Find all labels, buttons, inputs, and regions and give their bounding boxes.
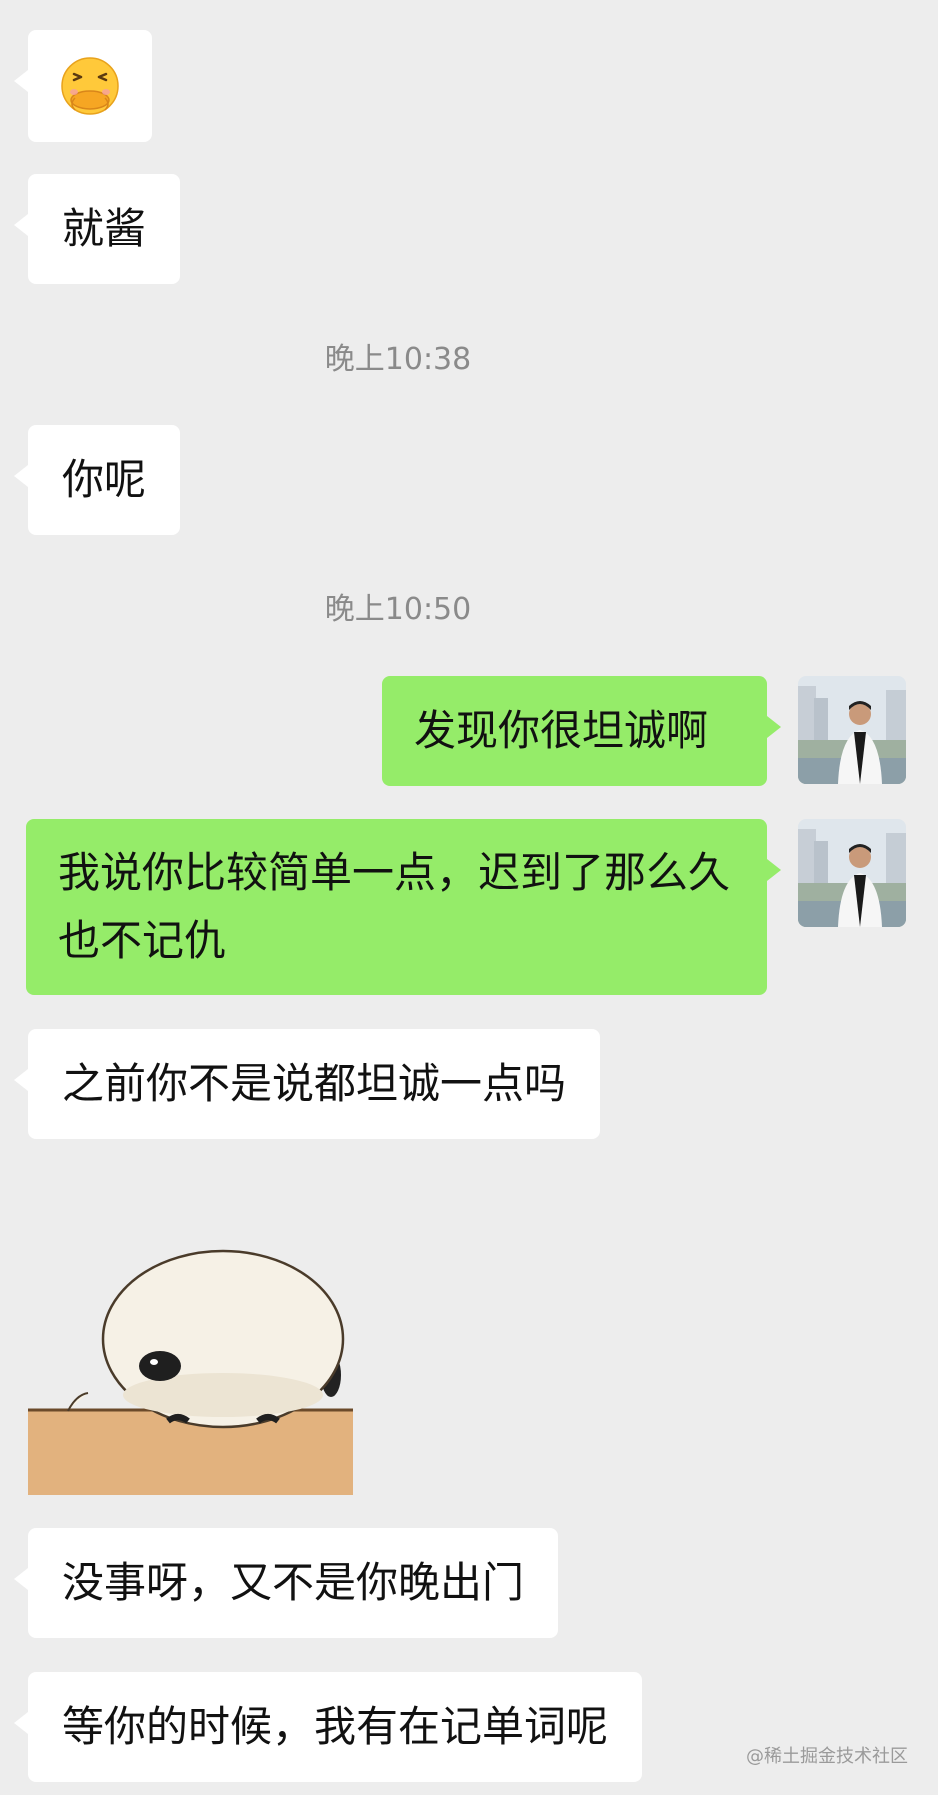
message-text: 发现你很坦诚啊 [414, 706, 709, 755]
message-text: 你呢 [62, 455, 147, 504]
chat-area: 就酱 晚上10:38 你呢 晚上10:50 发现你很坦诚啊 我说你比较简单一点，… [0, 0, 938, 1795]
message-bubble[interactable]: 等你的时候，我有在记单词呢 [13, 1672, 643, 1782]
message-bubble-outgoing[interactable]: 发现你很坦诚啊 [382, 676, 781, 786]
timestamp: 晚上10:50 [324, 592, 472, 627]
message-bubble[interactable]: 你呢 [13, 425, 181, 535]
message-text: 就酱 [62, 204, 147, 253]
message-bubble[interactable]: 就酱 [13, 174, 181, 284]
avatar[interactable] [798, 676, 906, 784]
avatar[interactable] [798, 819, 906, 927]
message-bubble-emoji[interactable] [14, 30, 152, 142]
user-avatar-photo-icon [798, 676, 906, 784]
message-bubble-outgoing[interactable]: 我说你比较简单一点，迟到了那么久也不记仇 [26, 819, 781, 995]
user-avatar-photo-icon [798, 819, 906, 927]
message-text: 等你的时候，我有在记单词呢 [62, 1702, 609, 1751]
message-bubble[interactable]: 没事呀，又不是你晚出门 [13, 1528, 559, 1638]
panda-lying-on-table-sticker-icon [28, 1249, 353, 1495]
watermark: @稀土掘金技术社区 [746, 1746, 908, 1767]
message-text: 我说你比较简单一点，迟到了那么久也不记仇 [58, 848, 731, 965]
confounded-hand-over-mouth-emoji-icon [61, 57, 119, 115]
message-text: 没事呀，又不是你晚出门 [62, 1558, 525, 1607]
message-text: 之前你不是说都坦诚一点吗 [62, 1059, 567, 1108]
message-bubble[interactable]: 之前你不是说都坦诚一点吗 [13, 1029, 601, 1139]
timestamp: 晚上10:38 [324, 342, 472, 377]
sticker-message[interactable] [28, 1245, 353, 1495]
